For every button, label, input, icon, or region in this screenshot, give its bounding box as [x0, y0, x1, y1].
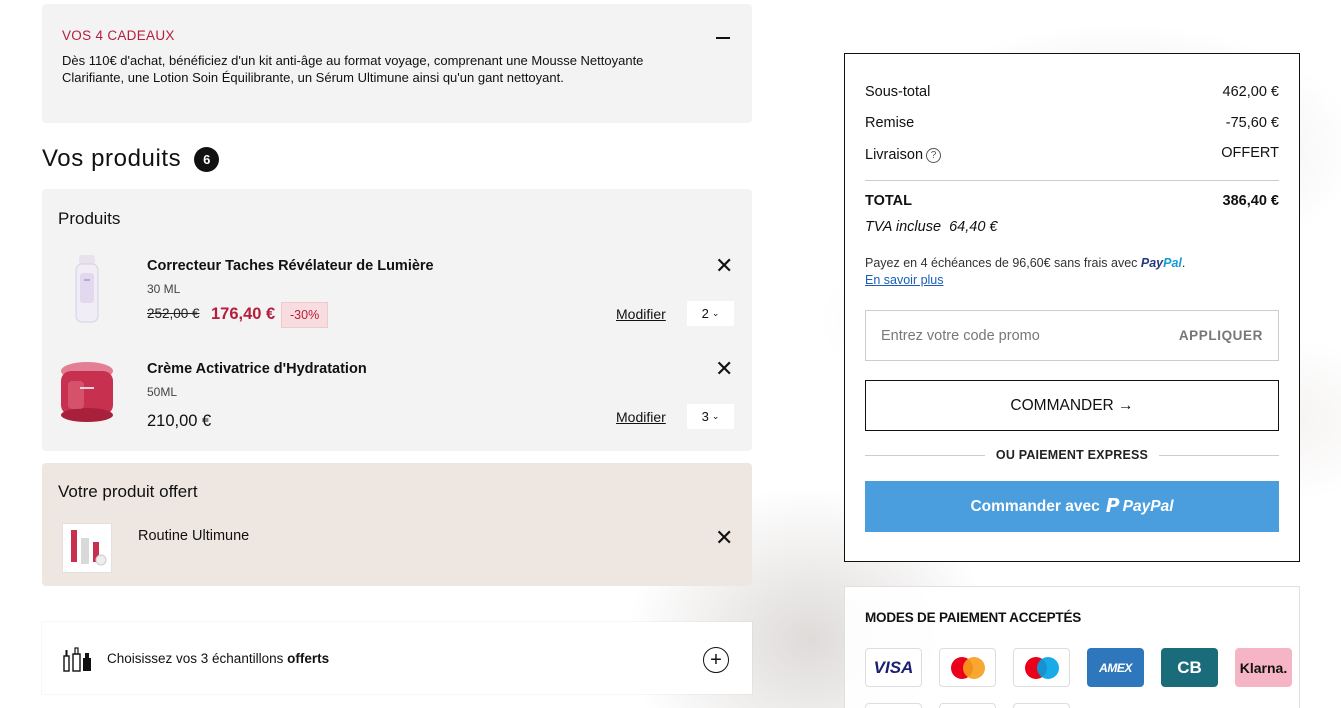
products-count-badge: 6 [194, 146, 220, 172]
collapse-icon[interactable] [716, 37, 730, 39]
gifts-description: Dès 110€ d'achat, bénéficiez d'un kit an… [62, 53, 644, 85]
product-price: 176,40 € [211, 305, 276, 323]
samples-selector[interactable]: Choisissez vos 3 échantillons offerts + [42, 622, 752, 694]
remove-gift-icon[interactable]: ✕ [715, 527, 733, 549]
express-divider: OU PAIEMENT EXPRESS [865, 447, 1279, 463]
shipping-row: Livraison? OFFERT [865, 145, 1279, 163]
remove-item-icon[interactable]: ✕ [715, 255, 733, 277]
payment-card-icon [1013, 703, 1070, 708]
klarna-icon: Klarna. [1235, 648, 1292, 687]
amex-icon: AMEX [1087, 648, 1144, 687]
subtotal-row: Sous-total 462,00 € [865, 84, 1279, 100]
apply-promo-button[interactable]: APPLIQUER [1179, 328, 1263, 343]
paypal-icon: 𝙋 PayPal [1105, 496, 1174, 517]
payment-methods-title: MODES DE PAIEMENT ACCEPTÉS [865, 610, 1082, 625]
tva-line: TVA incluse 64,40 € [865, 219, 998, 235]
discount-badge: -30% [281, 302, 329, 328]
chevron-down-icon: ⌄ [711, 411, 720, 421]
chevron-down-icon: ⌄ [711, 308, 720, 318]
product-size: 30 ML [147, 282, 181, 296]
products-box-title: Produits [58, 209, 121, 228]
express-label: OU PAIEMENT EXPRESS [995, 448, 1149, 462]
payment-card-icon [865, 703, 922, 708]
payment-cards-row-2 [865, 703, 1070, 708]
product-old-price: 252,00 € [147, 306, 200, 321]
quantity-select[interactable]: 2 ⌄ [687, 301, 734, 326]
discount-row: Remise -75,60 € [865, 115, 1279, 131]
gift-product-name: Routine Ultimune [138, 528, 250, 544]
remove-item-icon[interactable]: ✕ [715, 358, 733, 380]
cart-item: Correcteur Taches Révélateur de Lumière … [42, 251, 752, 341]
help-icon[interactable]: ? [926, 147, 942, 163]
promo-code-input[interactable] [866, 311, 1166, 360]
gift-product-panel: Votre produit offert Routine Ultimune ✕ [42, 463, 752, 586]
samples-icon [63, 647, 91, 672]
checkout-button[interactable]: COMMANDER → [865, 380, 1279, 431]
product-name[interactable]: Correcteur Taches Révélateur de Lumière [147, 258, 434, 274]
paypal-checkout-button[interactable]: Commander avec 𝙋 PayPal [865, 481, 1279, 532]
serum-bottle-image [75, 255, 99, 323]
products-heading: Vos produits 6 [42, 145, 220, 173]
paypal-logo: PayPal [1140, 256, 1182, 270]
divider [865, 180, 1279, 181]
product-name[interactable]: Crème Activatrice d'Hydratation [147, 361, 367, 377]
payment-cards: VISA AMEX CB Klarna. [865, 648, 1292, 687]
quantity-value: 3 [701, 409, 709, 424]
paypal-installments-note: Payez en 4 échéances de 96,60€ sans frai… [865, 256, 1186, 287]
gift-product-image [62, 523, 112, 573]
add-samples-icon[interactable]: + [703, 647, 729, 673]
gifts-panel: VOS 4 CADEAUX Dès 110€ d'achat, bénéfici… [42, 4, 752, 123]
cart-item: Crème Activatrice d'Hydratation 50ML 210… [42, 357, 752, 447]
quantity-select[interactable]: 3 ⌄ [687, 404, 734, 429]
products-title: Vos produits [42, 145, 182, 172]
modify-link[interactable]: Modifier [616, 409, 666, 425]
cb-icon: CB [1161, 648, 1218, 687]
promo-code-field: APPLIQUER [865, 310, 1279, 361]
payment-card-icon [939, 703, 996, 708]
gift-product-title: Votre produit offert [58, 482, 198, 501]
gifts-title: VOS 4 CADEAUX [62, 28, 175, 43]
visa-icon: VISA [865, 648, 922, 687]
product-price: 210,00 € [147, 412, 212, 430]
samples-text: Choisissez vos 3 échantillons offerts [107, 651, 330, 666]
cream-jar-image [61, 362, 113, 422]
maestro-icon [1013, 648, 1070, 687]
products-panel: Produits Correcteur Taches Révélateur de… [42, 189, 752, 451]
modify-link[interactable]: Modifier [616, 306, 666, 322]
learn-more-link[interactable]: En savoir plus [865, 273, 944, 287]
payment-methods-panel: MODES DE PAIEMENT ACCEPTÉS VISA AMEX CB … [844, 586, 1300, 708]
mastercard-icon [939, 648, 996, 687]
total-row: TOTAL 386,40 € [865, 193, 1279, 209]
product-size: 50ML [147, 385, 178, 399]
order-summary: Sous-total 462,00 € Remise -75,60 € Livrai… [844, 53, 1300, 562]
quantity-value: 2 [701, 306, 709, 321]
